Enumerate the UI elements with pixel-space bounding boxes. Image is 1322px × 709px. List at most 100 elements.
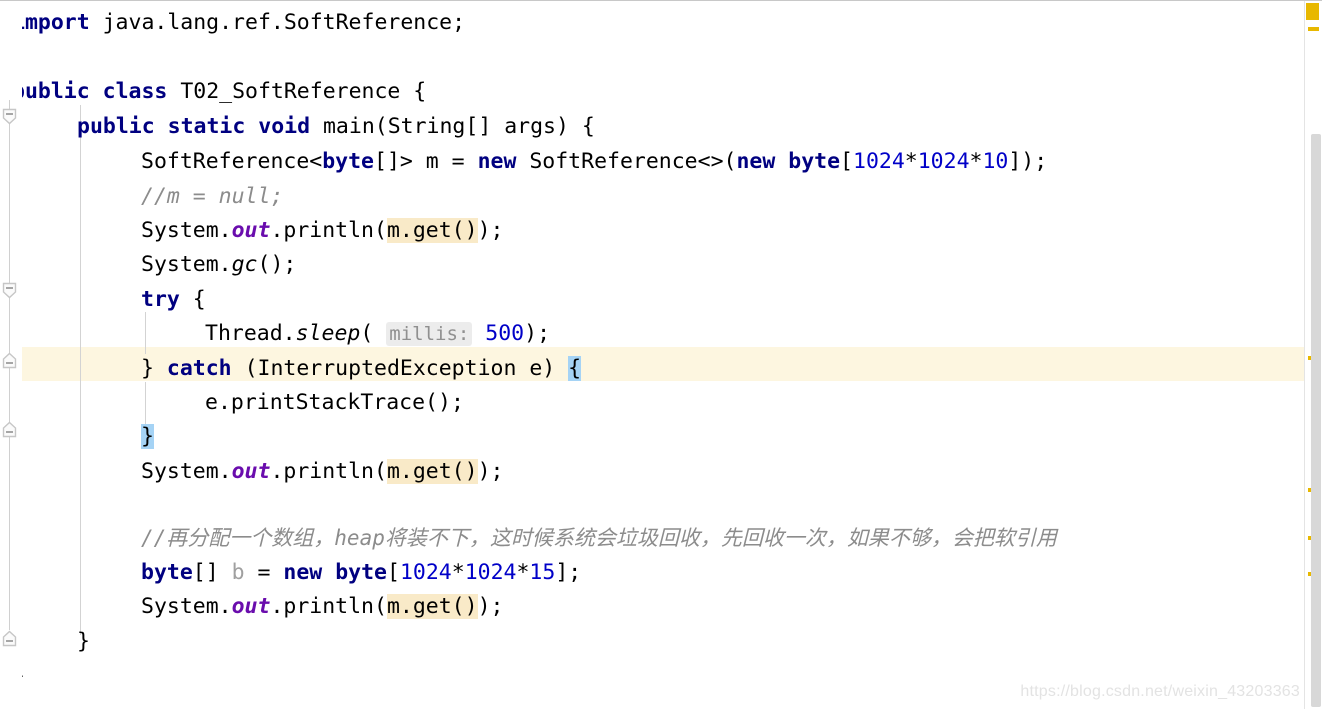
code-line-11[interactable]: } catch (InterruptedException e) { — [141, 352, 582, 387]
code-line-13[interactable]: } — [141, 420, 154, 455]
token-operator: * — [904, 149, 918, 174]
code-line-1[interactable]: import java.lang.ref.SoftReference; — [12, 6, 465, 41]
token-number-1024: 1024 — [917, 149, 970, 174]
fold-marker-try-end[interactable] — [1, 421, 18, 438]
token-usage-highlight-m-get: m.get() — [386, 459, 478, 484]
inspection-status-indicator[interactable] — [1306, 3, 1319, 20]
token-field-out: out — [231, 594, 271, 619]
token-number-15: 15 — [529, 560, 556, 585]
token-usage-highlight-m-get: m.get() — [386, 594, 478, 619]
code-line-6[interactable]: //m = null; — [141, 180, 283, 215]
token-brace: { — [179, 287, 206, 312]
token-comment-chinese: //再分配一个数组，heap将装不下，这时候系统会垃圾回收，先回收一次，如果不够… — [141, 526, 1057, 550]
token-number-1024: 1024 — [464, 560, 517, 585]
token-ctor: SoftReference<>( — [516, 149, 737, 174]
code-line-7[interactable]: System.out.println(m.get()); — [141, 214, 503, 249]
token-keyword-import: import — [12, 10, 90, 35]
code-line-12[interactable]: e.printStackTrace(); — [205, 386, 464, 421]
token-operator: * — [516, 560, 530, 585]
fold-marker-method-end[interactable] — [1, 630, 18, 647]
token-println: .println( — [270, 594, 387, 619]
vertical-scrollbar-thumb[interactable] — [1311, 134, 1321, 707]
token-close: ); — [477, 594, 504, 619]
token-brace-method-close: } — [77, 629, 90, 654]
token-operator: * — [969, 149, 983, 174]
token-field-out: out — [231, 218, 271, 243]
token-brace: } — [141, 356, 167, 381]
code-line-4[interactable]: public static void main(String[] args) { — [77, 110, 595, 145]
token-array-brackets: [] — [192, 560, 232, 585]
code-line-16[interactable]: //再分配一个数组，heap将装不下，这时候系统会垃圾回收，先回收一次，如果不够… — [141, 521, 1057, 556]
token-assign: = — [244, 560, 284, 585]
token-keyword-public: public — [77, 114, 155, 139]
token-operator: * — [451, 560, 465, 585]
code-line-5[interactable]: SoftReference<byte[]> m = new SoftRefere… — [141, 145, 1047, 180]
code-line-9[interactable]: try { — [141, 283, 206, 318]
token-comment-m-null: //m = null; — [141, 184, 284, 209]
token-thread: Thread. — [205, 321, 296, 346]
code-line-17[interactable]: byte[] b = new byte[1024*1024*15]; — [141, 556, 581, 591]
token-system: System. — [141, 218, 232, 243]
watermark-blog-url: https://blog.csdn.net/weixin_43203363 — [1020, 683, 1300, 700]
token-system: System. — [141, 594, 232, 619]
token-class-name: T02_SoftReference { — [180, 79, 427, 104]
token-import-path: java.lang.ref.SoftReference; — [89, 10, 466, 35]
code-content[interactable]: import java.lang.ref.SoftReference; publ… — [0, 0, 1305, 709]
token-brace-match-highlight-close: } — [141, 424, 154, 449]
token-keyword-catch: catch — [166, 356, 232, 381]
token-method-signature: main(String[] args) { — [322, 114, 595, 139]
token-field-out: out — [231, 459, 271, 484]
token-number-1024: 1024 — [853, 149, 905, 174]
code-editor[interactable]: import java.lang.ref.SoftReference; publ… — [0, 0, 1322, 709]
token-number-10: 10 — [982, 149, 1009, 174]
token-close: ); — [524, 321, 551, 346]
token-close: ); — [477, 459, 504, 484]
token-method-gc: gc — [231, 252, 258, 277]
token-close: ); — [477, 218, 504, 243]
token-keyword-try: try — [141, 287, 180, 312]
token-println: .println( — [270, 459, 387, 484]
code-line-3[interactable]: public class T02_SoftReference { — [12, 75, 426, 110]
token-keyword-new: new — [283, 560, 323, 585]
fold-marker-try-block[interactable] — [1, 282, 18, 299]
token-system: System. — [141, 459, 232, 484]
fold-gutter[interactable] — [0, 0, 22, 709]
token-bracket: [ — [840, 149, 853, 174]
token-usage-highlight-m-get: m.get() — [386, 218, 478, 243]
code-line-19[interactable]: } — [77, 625, 90, 660]
code-line-8[interactable]: System.gc(); — [141, 248, 296, 283]
token-method-sleep: sleep — [295, 321, 361, 346]
parameter-hint-millis: millis: — [386, 322, 473, 346]
token-close: ]); — [1008, 149, 1048, 174]
token-keyword-static: static — [167, 114, 246, 139]
token-keyword-new: new — [736, 149, 776, 174]
token-keyword-public: public — [12, 79, 90, 104]
warning-stripe-import[interactable] — [1308, 27, 1319, 31]
token-keyword-byte: byte — [335, 560, 387, 585]
code-line-18[interactable]: System.out.println(m.get()); — [141, 590, 503, 625]
token-println: .println( — [270, 218, 387, 243]
token-printstacktrace: e.printStackTrace(); — [205, 390, 464, 415]
token-system: System. — [141, 252, 232, 277]
token-keyword-class: class — [102, 79, 168, 104]
token-keyword-void: void — [258, 114, 311, 139]
token-variable-b-unused: b — [231, 560, 245, 585]
fold-marker-catch-block[interactable] — [1, 352, 18, 369]
token-close: ]; — [555, 560, 582, 585]
token-open-paren: ( — [360, 321, 374, 346]
token-keyword-byte: byte — [788, 149, 841, 174]
code-line-14[interactable]: System.out.println(m.get()); — [141, 455, 503, 490]
token-decl: []> m = — [374, 149, 478, 174]
token-close: (); — [257, 252, 297, 277]
token-keyword-byte: byte — [322, 149, 374, 174]
fold-marker-method-main[interactable] — [1, 108, 18, 125]
code-line-10[interactable]: Thread.sleep( millis: 500); — [205, 317, 550, 352]
